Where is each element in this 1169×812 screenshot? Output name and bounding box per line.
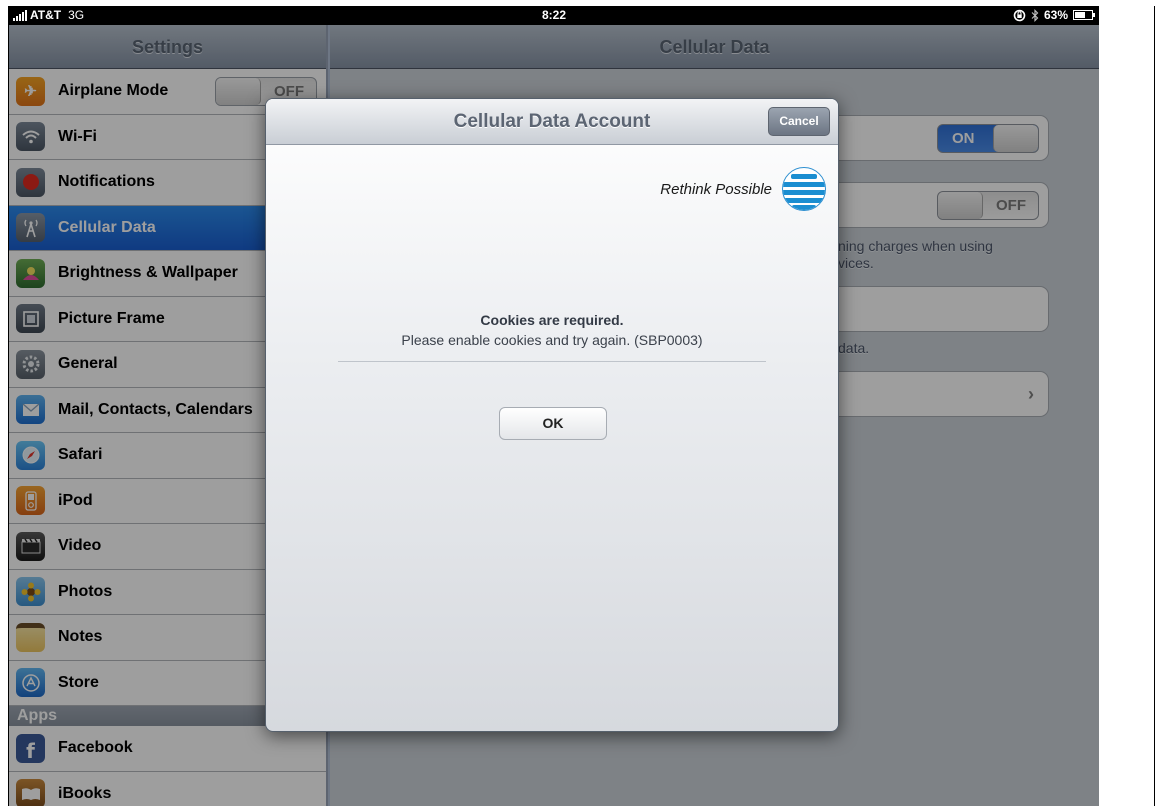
sidebar-item-label: Store: [58, 673, 99, 691]
gear-icon: [16, 349, 45, 379]
att-globe-logo: [782, 167, 826, 211]
ipad-screen: AT&T 3G 8:22 63% Settings ✈ Airplane Mod…: [9, 6, 1099, 806]
sidebar-item-facebook[interactable]: f Facebook: [9, 726, 326, 772]
sidebar-item-label: Video: [58, 537, 102, 555]
data-roaming-toggle[interactable]: OFF: [937, 191, 1039, 220]
photos-icon: [16, 577, 45, 607]
bluetooth-icon: [1031, 8, 1039, 22]
sidebar-item-label: Photos: [58, 582, 113, 600]
sidebar-item-label: Airplane Mode: [58, 82, 169, 100]
sidebar-item-label: Picture Frame: [58, 309, 165, 327]
toggle-off-label: OFF: [996, 197, 1026, 214]
status-bar: AT&T 3G 8:22 63%: [9, 6, 1099, 25]
message-title: Cookies are required.: [480, 312, 624, 328]
sidebar-item-label: Facebook: [58, 739, 133, 757]
battery-percent: 63%: [1043, 8, 1068, 22]
message-body: Please enable cookies and try again. (SB…: [401, 332, 703, 348]
message-divider: [338, 361, 766, 362]
sidebar-item-label: Notifications: [58, 173, 155, 191]
airplane-icon: ✈: [16, 76, 45, 106]
brand-tagline: Rethink Possible: [660, 180, 772, 198]
screenshot-frame: AT&T 3G 8:22 63% Settings ✈ Airplane Mod…: [8, 6, 1155, 806]
wifi-icon: [16, 122, 45, 152]
notes-icon: [16, 622, 45, 652]
mail-icon: [16, 395, 45, 425]
notifications-icon: [16, 167, 45, 197]
status-time: 8:22: [541, 8, 567, 22]
brightness-icon: [16, 258, 45, 288]
sidebar-item-label: General: [58, 355, 118, 373]
facebook-icon: f: [16, 733, 45, 763]
cellular-data-toggle[interactable]: ON: [937, 124, 1039, 153]
sidebar-item-label: Brightness & Wallpaper: [58, 264, 238, 282]
sidebar-item-label: Mail, Contacts, Calendars: [58, 400, 253, 418]
toggle-knob: [993, 125, 1038, 152]
att-brand: Rethink Possible: [660, 167, 826, 211]
toggle-knob: [216, 78, 261, 105]
cellular-data-account-modal: Cellular Data Account Cancel Rethink Pos…: [265, 98, 839, 732]
lock-rotation-icon: [1013, 9, 1026, 21]
modal-title: Cellular Data Account: [453, 111, 651, 132]
modal-header: Cellular Data Account Cancel: [266, 99, 838, 145]
sidebar-item-label: iPod: [58, 491, 93, 509]
sidebar-item-label: Notes: [58, 628, 103, 646]
toggle-on-label: ON: [952, 130, 975, 147]
sidebar-item-label: Safari: [58, 446, 103, 464]
battery-icon: [1073, 10, 1095, 20]
chevron-right-icon: ›: [1028, 384, 1034, 404]
picture-frame-icon: [16, 304, 45, 334]
modal-cancel-button[interactable]: Cancel: [768, 107, 830, 136]
detail-title: Cellular Data: [330, 25, 1099, 69]
toggle-knob: [938, 192, 983, 219]
sidebar-item-label: Cellular Data: [58, 218, 156, 236]
modal-ok-button[interactable]: OK: [499, 407, 607, 440]
safari-icon: [16, 440, 45, 470]
ibooks-icon: [16, 779, 45, 806]
store-icon: [16, 668, 45, 698]
cellular-icon: [16, 213, 45, 243]
ipod-icon: [16, 486, 45, 516]
video-icon: [16, 531, 45, 561]
status-right: 63%: [1013, 8, 1095, 22]
sidebar-item-ibooks[interactable]: iBooks: [9, 771, 326, 806]
sidebar-item-label: Wi-Fi: [58, 127, 97, 145]
sidebar-item-label: iBooks: [58, 784, 112, 802]
sidebar-title: Settings: [9, 25, 326, 69]
